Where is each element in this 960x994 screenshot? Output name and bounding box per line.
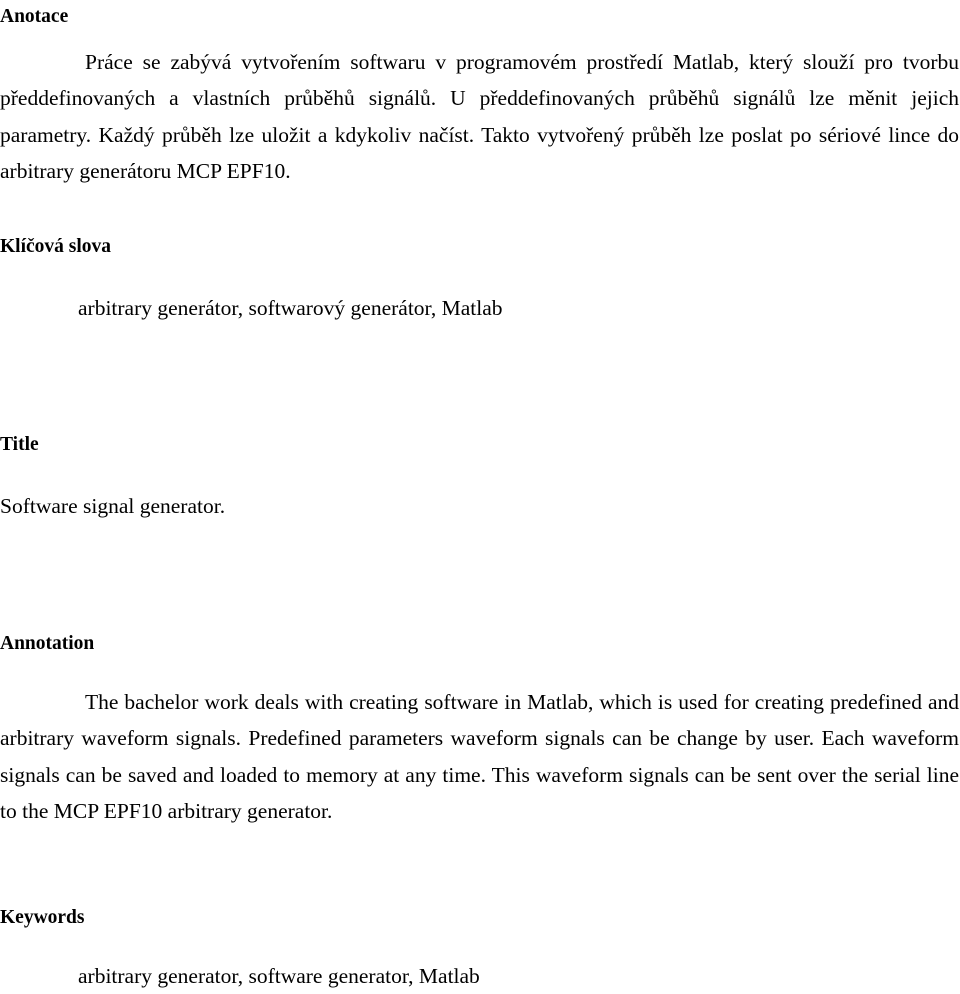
section-heading-klicova-slova: Klíčová slova bbox=[0, 236, 112, 257]
section-body-title: Software signal generator. bbox=[0, 494, 226, 518]
section-heading-annotation: Annotation bbox=[0, 633, 95, 654]
section-heading-anotace: Anotace bbox=[0, 6, 69, 27]
section-heading-title: Title bbox=[0, 434, 39, 455]
section-body-anotace: Práce se zabývá vytvořením softwaru v pr… bbox=[0, 50, 959, 183]
section-body-klicova-slova: arbitrary generátor, softwarový generáto… bbox=[78, 296, 503, 320]
section-heading-keywords: Keywords bbox=[0, 907, 85, 928]
document-page: Anotace Práce se zabývá vytvořením softw… bbox=[0, 0, 960, 989]
section-body-annotation: The bachelor work deals with creating so… bbox=[0, 690, 959, 823]
